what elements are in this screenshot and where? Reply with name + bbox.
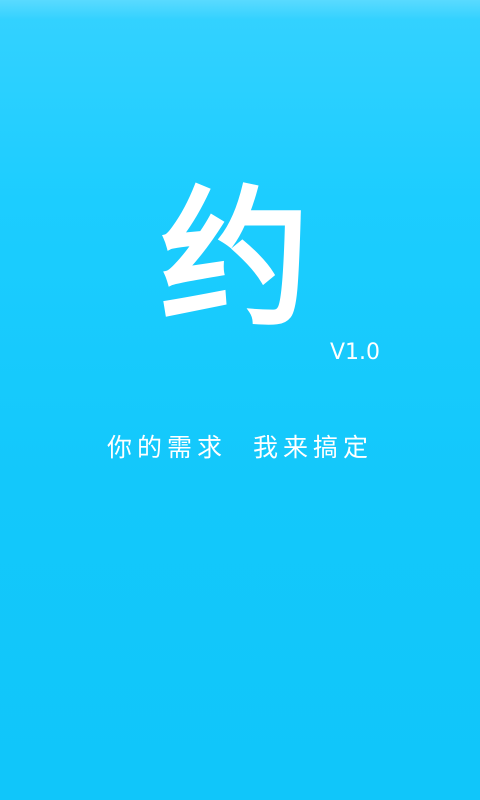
status-bar-area bbox=[0, 0, 480, 20]
logo-glyph: 约 bbox=[159, 173, 310, 347]
version-label: V1.0 bbox=[329, 340, 380, 365]
app-logo: 约 bbox=[150, 180, 320, 340]
slogan-text: 你的需求 我来搞定 bbox=[107, 433, 373, 462]
